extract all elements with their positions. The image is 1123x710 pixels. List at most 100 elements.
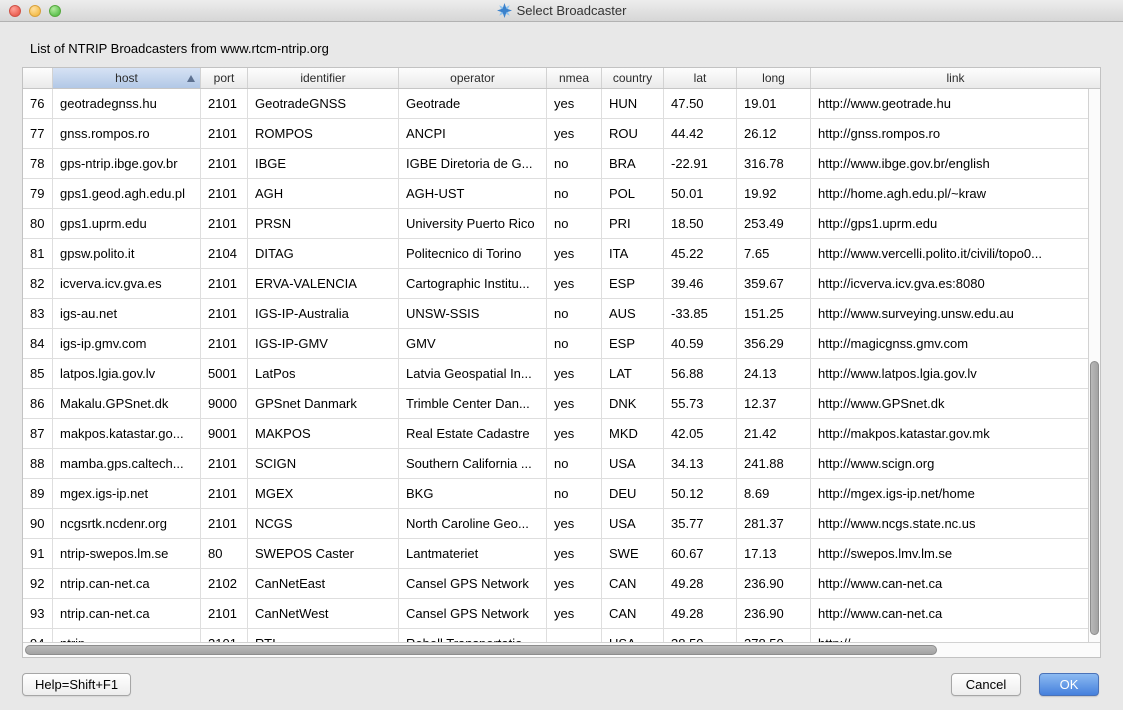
column-header-long[interactable]: long [737,68,811,88]
cell-num: 88 [23,449,53,478]
table-row[interactable]: 91ntrip-swepos.lm.se80SWEPOS CasterLantm… [23,539,1088,569]
table-row[interactable]: 86Makalu.GPSnet.dk9000GPSnet DanmarkTrim… [23,389,1088,419]
cell-host: gps-ntrip.ibge.gov.br [53,149,201,178]
table-header-row: hostportidentifier operator nmeacountry lat… [23,68,1100,89]
vertical-scrollbar-thumb[interactable] [1090,361,1099,635]
column-header-lat[interactable]: lat [664,68,737,88]
titlebar[interactable]: Select Broadcaster [0,0,1123,22]
cell-identifier: NCGS [248,509,399,538]
table-body: 76geotradegnss.hu2101GeotradeGNSSGeotrad… [23,89,1088,642]
table-row[interactable]: 82icverva.icv.gva.es2101ERVA-VALENCIACar… [23,269,1088,299]
cell-identifier: ERVA-VALENCIA [248,269,399,298]
cell-identifier: IGS-IP-GMV [248,329,399,358]
column-header-label: lat [694,71,707,85]
table-row[interactable]: 83igs-au.net2101IGS-IP-AustraliaUNSW-SSI… [23,299,1088,329]
table-row[interactable]: 92ntrip.can-net.ca2102CanNetEastCansel G… [23,569,1088,599]
cell-nmea: yes [547,119,602,148]
cell-num: 91 [23,539,53,568]
cell-num: 94 [23,629,53,642]
cell-num: 90 [23,509,53,538]
cell-country: BRA [602,149,664,178]
cancel-button[interactable]: Cancel [951,673,1021,696]
column-header-operator[interactable]: operator [399,68,547,88]
cell-lat: 39.46 [664,269,737,298]
table-row[interactable]: 77gnss.rompos.ro2101ROMPOSANCPIyesROU44.… [23,119,1088,149]
column-header-host[interactable]: host [53,68,201,88]
cell-port: 2101 [201,479,248,508]
cell-long: 26.12 [737,119,811,148]
minimize-button[interactable] [29,5,41,17]
cell-link: http://www.ncgs.state.nc.us [811,509,1088,538]
table-row[interactable]: 89mgex.igs-ip.net2101MGEXBKGnoDEU50.128.… [23,479,1088,509]
cell-host: icverva.icv.gva.es [53,269,201,298]
ok-button[interactable]: OK [1039,673,1099,696]
table-row[interactable]: 76geotradegnss.hu2101GeotradeGNSSGeotrad… [23,89,1088,119]
cell-lat: 18.50 [664,209,737,238]
table-row[interactable]: 79gps1.geod.agh.edu.pl2101AGHAGH-USTnoPO… [23,179,1088,209]
table-row[interactable]: 93ntrip.can-net.ca2101CanNetWestCansel G… [23,599,1088,629]
cell-host: ntrip.can-net.ca [53,569,201,598]
cell-long: 359.67 [737,269,811,298]
cell-long: 24.13 [737,359,811,388]
table-row[interactable]: 81gpsw.polito.it2104DITAGPolitecnico di … [23,239,1088,269]
cell-nmea: yes [547,89,602,118]
horizontal-scrollbar[interactable] [23,642,1100,657]
table-row[interactable]: 78gps-ntrip.ibge.gov.br2101IBGEIGBE Dire… [23,149,1088,179]
cell-identifier: GPSnet Danmark [248,389,399,418]
cell-long: 19.01 [737,89,811,118]
table-row[interactable]: 90ncgsrtk.ncdenr.org2101NCGSNorth Caroli… [23,509,1088,539]
cell-port: 2101 [201,209,248,238]
cell-operator: Geotrade [399,89,547,118]
zoom-button[interactable] [49,5,61,17]
cell-host: ntrip [53,629,201,642]
table-row[interactable]: 94ntrip2101RTIRebell Transportatio...USA… [23,629,1088,642]
column-header-country[interactable]: country [602,68,664,88]
cell-num: 77 [23,119,53,148]
cell-long: 17.13 [737,539,811,568]
cell-identifier: SCIGN [248,449,399,478]
column-header-port[interactable]: port [201,68,248,88]
column-header-link[interactable]: link [811,68,1100,88]
table-row[interactable]: 80gps1.uprm.edu2101PRSNUniversity Puerto… [23,209,1088,239]
cell-lat: 44.42 [664,119,737,148]
footer-right: Cancel OK [951,673,1099,696]
column-header-label: link [946,71,964,85]
table-row[interactable]: 87makpos.katastar.go...9001MAKPOSReal Es… [23,419,1088,449]
column-header-identifier[interactable]: identifier [248,68,399,88]
vertical-scrollbar[interactable] [1088,89,1100,642]
table-row[interactable]: 84igs-ip.gmv.com2101IGS-IP-GMVGMVnoESP40… [23,329,1088,359]
cell-lat: 35.77 [664,509,737,538]
column-header-nmea[interactable]: nmea [547,68,602,88]
column-header-num[interactable] [23,68,53,88]
cell-country: DNK [602,389,664,418]
cell-country: ESP [602,329,664,358]
cell-num: 87 [23,419,53,448]
horizontal-scrollbar-thumb[interactable] [25,645,937,655]
cell-operator: Lantmateriet [399,539,547,568]
cell-operator: GMV [399,329,547,358]
cell-lat: 47.50 [664,89,737,118]
cell-operator: Latvia Geospatial In... [399,359,547,388]
window-title: Select Broadcaster [517,3,627,18]
cell-operator: AGH-UST [399,179,547,208]
cell-port: 5001 [201,359,248,388]
cell-identifier: AGH [248,179,399,208]
cell-lat: 56.88 [664,359,737,388]
cell-num: 93 [23,599,53,628]
cell-nmea: no [547,479,602,508]
cell-host: gnss.rompos.ro [53,119,201,148]
close-button[interactable] [9,5,21,17]
cell-nmea: no [547,449,602,478]
column-header-label: operator [450,71,495,85]
cell-country: LAT [602,359,664,388]
table-row[interactable]: 88mamba.gps.caltech...2101SCIGNSouthern … [23,449,1088,479]
cell-num: 76 [23,89,53,118]
table-row[interactable]: 85latpos.lgia.gov.lv5001LatPosLatvia Geo… [23,359,1088,389]
cell-port: 2101 [201,269,248,298]
cell-port: 2101 [201,509,248,538]
cell-long: 316.78 [737,149,811,178]
cell-long: 236.90 [737,569,811,598]
help-button[interactable]: Help=Shift+F1 [22,673,131,696]
cell-nmea: yes [547,389,602,418]
cell-num: 84 [23,329,53,358]
